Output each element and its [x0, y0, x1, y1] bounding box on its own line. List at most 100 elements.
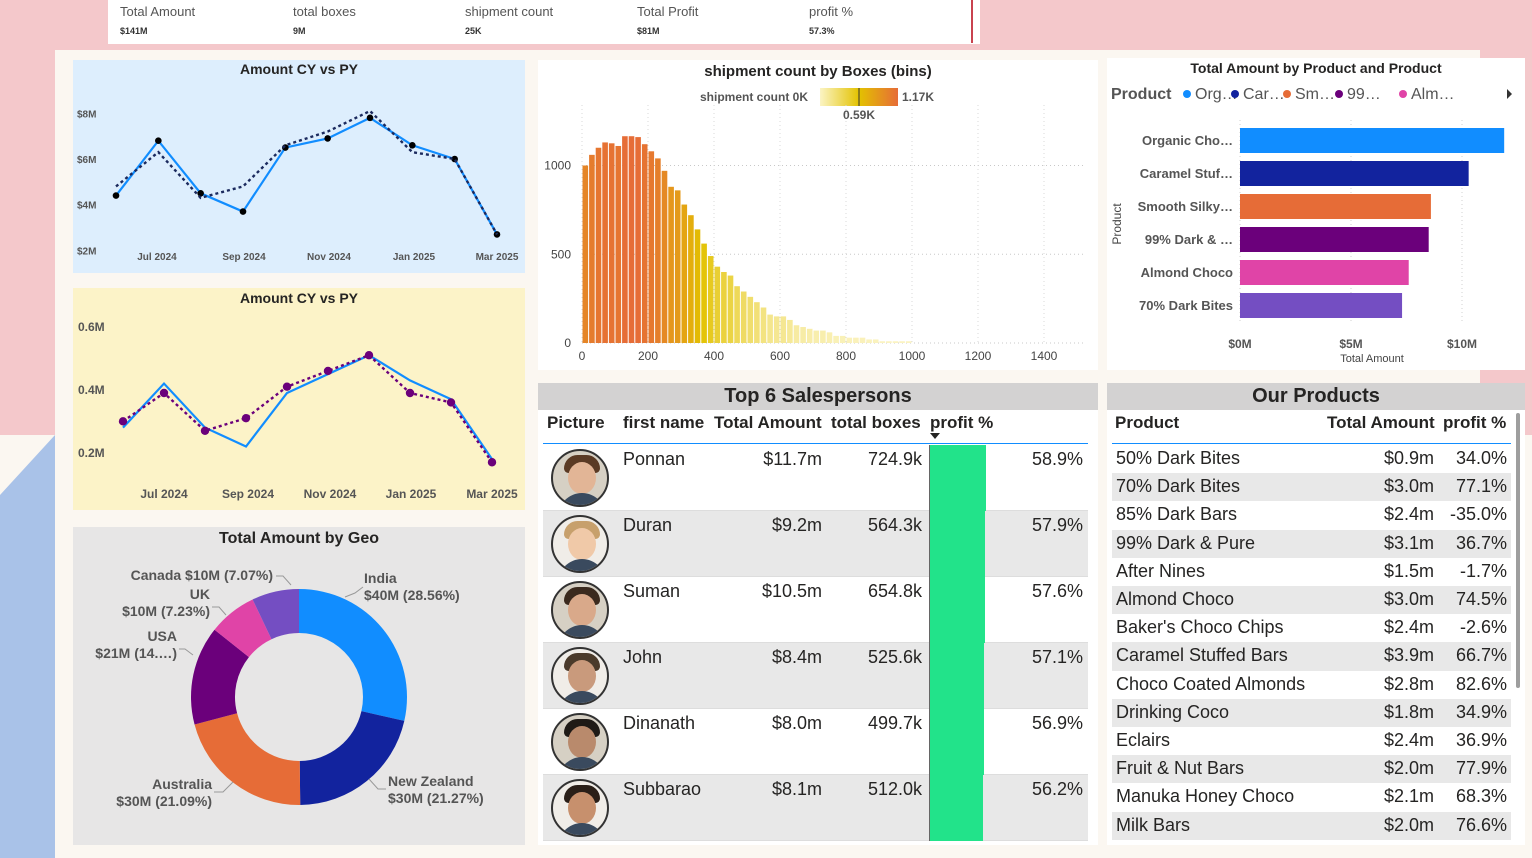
legend-swatch [1183, 90, 1191, 98]
vertical-scrollbar[interactable] [1516, 413, 1520, 688]
cell-amount: $3.0m [1383, 589, 1434, 609]
histogram-bar [589, 154, 595, 343]
x-tick-label: Sep 2024 [222, 252, 266, 263]
data-point [112, 192, 120, 199]
kpi-total-amount[interactable]: Total Amount $141M [108, 0, 283, 43]
col-header-picture[interactable]: Picture [547, 413, 605, 433]
legend-swatch [1231, 90, 1239, 98]
slice-label: $10M (7.23%) [122, 603, 210, 619]
bar [1240, 161, 1469, 186]
x-axis-label: Total Amount [1340, 353, 1404, 365]
cell-amount: $11.7m [763, 449, 822, 469]
histogram-bar [839, 335, 846, 343]
category-label: Organic Cho… [1142, 133, 1233, 148]
kpi-total-profit[interactable]: Total Profit $81M [625, 0, 799, 43]
data-point [118, 417, 128, 426]
sort-desc-icon[interactable] [930, 433, 940, 439]
histogram-bar [813, 330, 820, 343]
category-label: Smooth Silky… [1138, 199, 1233, 214]
avatar [551, 647, 609, 705]
histogram-bar [602, 142, 608, 343]
kpi-value: 9M [293, 26, 306, 36]
legend-label: shipment count 0K [700, 90, 808, 104]
cell-profit: 77.9% [1455, 758, 1507, 779]
cell-profit: 58.9% [1031, 449, 1083, 469]
line-chart-2-plot: 0.2M 0.4M 0.6M Jul 2024 Sep 2024 Nov 2024 Jan … [78, 320, 518, 501]
histogram-bar [760, 307, 767, 343]
col-header-first-name[interactable]: first name [623, 413, 704, 433]
col-header-profit-pct[interactable]: profit % [1443, 413, 1506, 433]
kpi-value: $141M [120, 26, 148, 36]
histogram-bar [859, 337, 866, 343]
data-point [409, 141, 416, 149]
kpi-profit-pct[interactable]: profit % 57.3% [797, 0, 973, 43]
cell-amount: $3.0m [1383, 476, 1434, 497]
col-header-profit-pct[interactable]: profit % [930, 413, 993, 433]
legend-item: Alm… [1411, 86, 1455, 103]
legend-title: Product [1111, 86, 1172, 103]
series-line-0 [122, 353, 493, 460]
cell-amount: $3.1m [1383, 532, 1434, 553]
cell-amount: $1.8m [1383, 701, 1434, 722]
histogram-bar [806, 328, 813, 343]
histogram-bar [688, 215, 694, 343]
cell-name: Suman [623, 581, 681, 601]
histogram-bar [595, 147, 602, 343]
legend-item: Sm… [1295, 86, 1335, 103]
kpi-label: total boxes [293, 4, 356, 19]
col-header-product[interactable]: Product [1115, 413, 1179, 433]
histogram-bar [800, 327, 806, 343]
y-tick-label: 0.2M [78, 446, 105, 460]
cell-name: After Nines [1116, 560, 1206, 581]
cell-name: 85% Dark Bars [1116, 504, 1238, 525]
histogram-bar [899, 341, 905, 343]
kpi-shipment-count[interactable]: shipment count 25K [453, 0, 627, 43]
bar [1240, 293, 1403, 318]
histogram-shipments[interactable]: shipment count by Boxes (bins) shipment … [538, 60, 1098, 370]
y-tick-label: $8M [77, 109, 96, 120]
kpi-label: profit % [809, 4, 854, 19]
col-header-total-boxes[interactable]: total boxes [831, 413, 921, 433]
donut-chart-geo[interactable]: Total Amount by Geo India $40M (28.56%) Ne… [73, 527, 525, 845]
histogram-bar [879, 341, 886, 343]
slice-label: $30M (21.27%) [388, 790, 484, 806]
col-header-total-amount[interactable]: Total Amount [1327, 413, 1435, 433]
col-header-total-amount[interactable]: Total Amount [714, 413, 822, 433]
cell-amount: $9.2m [771, 515, 822, 535]
salespersons-table[interactable]: Top 6 Salespersons Picture first name To… [538, 383, 1098, 845]
histogram-bar [701, 243, 707, 343]
background-blue-shape [0, 435, 55, 858]
cell-name: Caramel Stuffed Bars [1116, 645, 1288, 666]
kpi-label: shipment count [465, 4, 554, 19]
kpi-total-boxes[interactable]: total boxes 9M [281, 0, 455, 43]
cell-name: Manuka Honey Choco [1116, 786, 1295, 807]
line-chart-amount-cy-py-2[interactable]: Amount CY vs PY 0.2M 0.4M 0.6M Jul 2024 Sep … [73, 288, 525, 510]
cell-profit: 76.6% [1455, 814, 1507, 835]
y-tick-label: 0.6M [78, 320, 105, 334]
slice-label: New Zealand [388, 773, 474, 789]
histogram-bar [608, 143, 615, 343]
cell-name: Almond Choco [1116, 589, 1235, 609]
profit-data-bar [930, 511, 985, 577]
slice-label: UK [190, 586, 210, 602]
cell-name: Subbarao [623, 779, 702, 799]
slice-label: $40M (28.56%) [364, 587, 460, 603]
bar [1240, 194, 1431, 219]
cell-profit: 68.3% [1455, 786, 1507, 807]
y-tick-label: 0 [564, 336, 571, 350]
line-chart-amount-cy-py-1[interactable]: Amount CY vs PY $2M $4M $6M $8M Jul 2024 Sep … [73, 60, 525, 273]
cell-amount: $2.8m [1383, 673, 1434, 694]
profit-data-bar [930, 643, 984, 709]
bar-chart-product-amount[interactable]: Total Amount by Product and Product Prod… [1107, 58, 1525, 370]
profit-data-bar [930, 709, 984, 775]
cell-boxes: 654.8k [867, 581, 922, 601]
cell-boxes: 525.6k [867, 647, 922, 667]
histogram-bar [582, 165, 589, 343]
histogram-bar [740, 291, 747, 343]
products-table[interactable]: Our Products Product Total Amount profit… [1107, 383, 1525, 845]
cell-amount: $0.9m [1383, 448, 1434, 468]
histogram-bar [833, 335, 839, 343]
data-point [487, 458, 497, 467]
cell-profit: 57.1% [1031, 647, 1083, 667]
kpi-value: 57.3% [809, 26, 835, 36]
